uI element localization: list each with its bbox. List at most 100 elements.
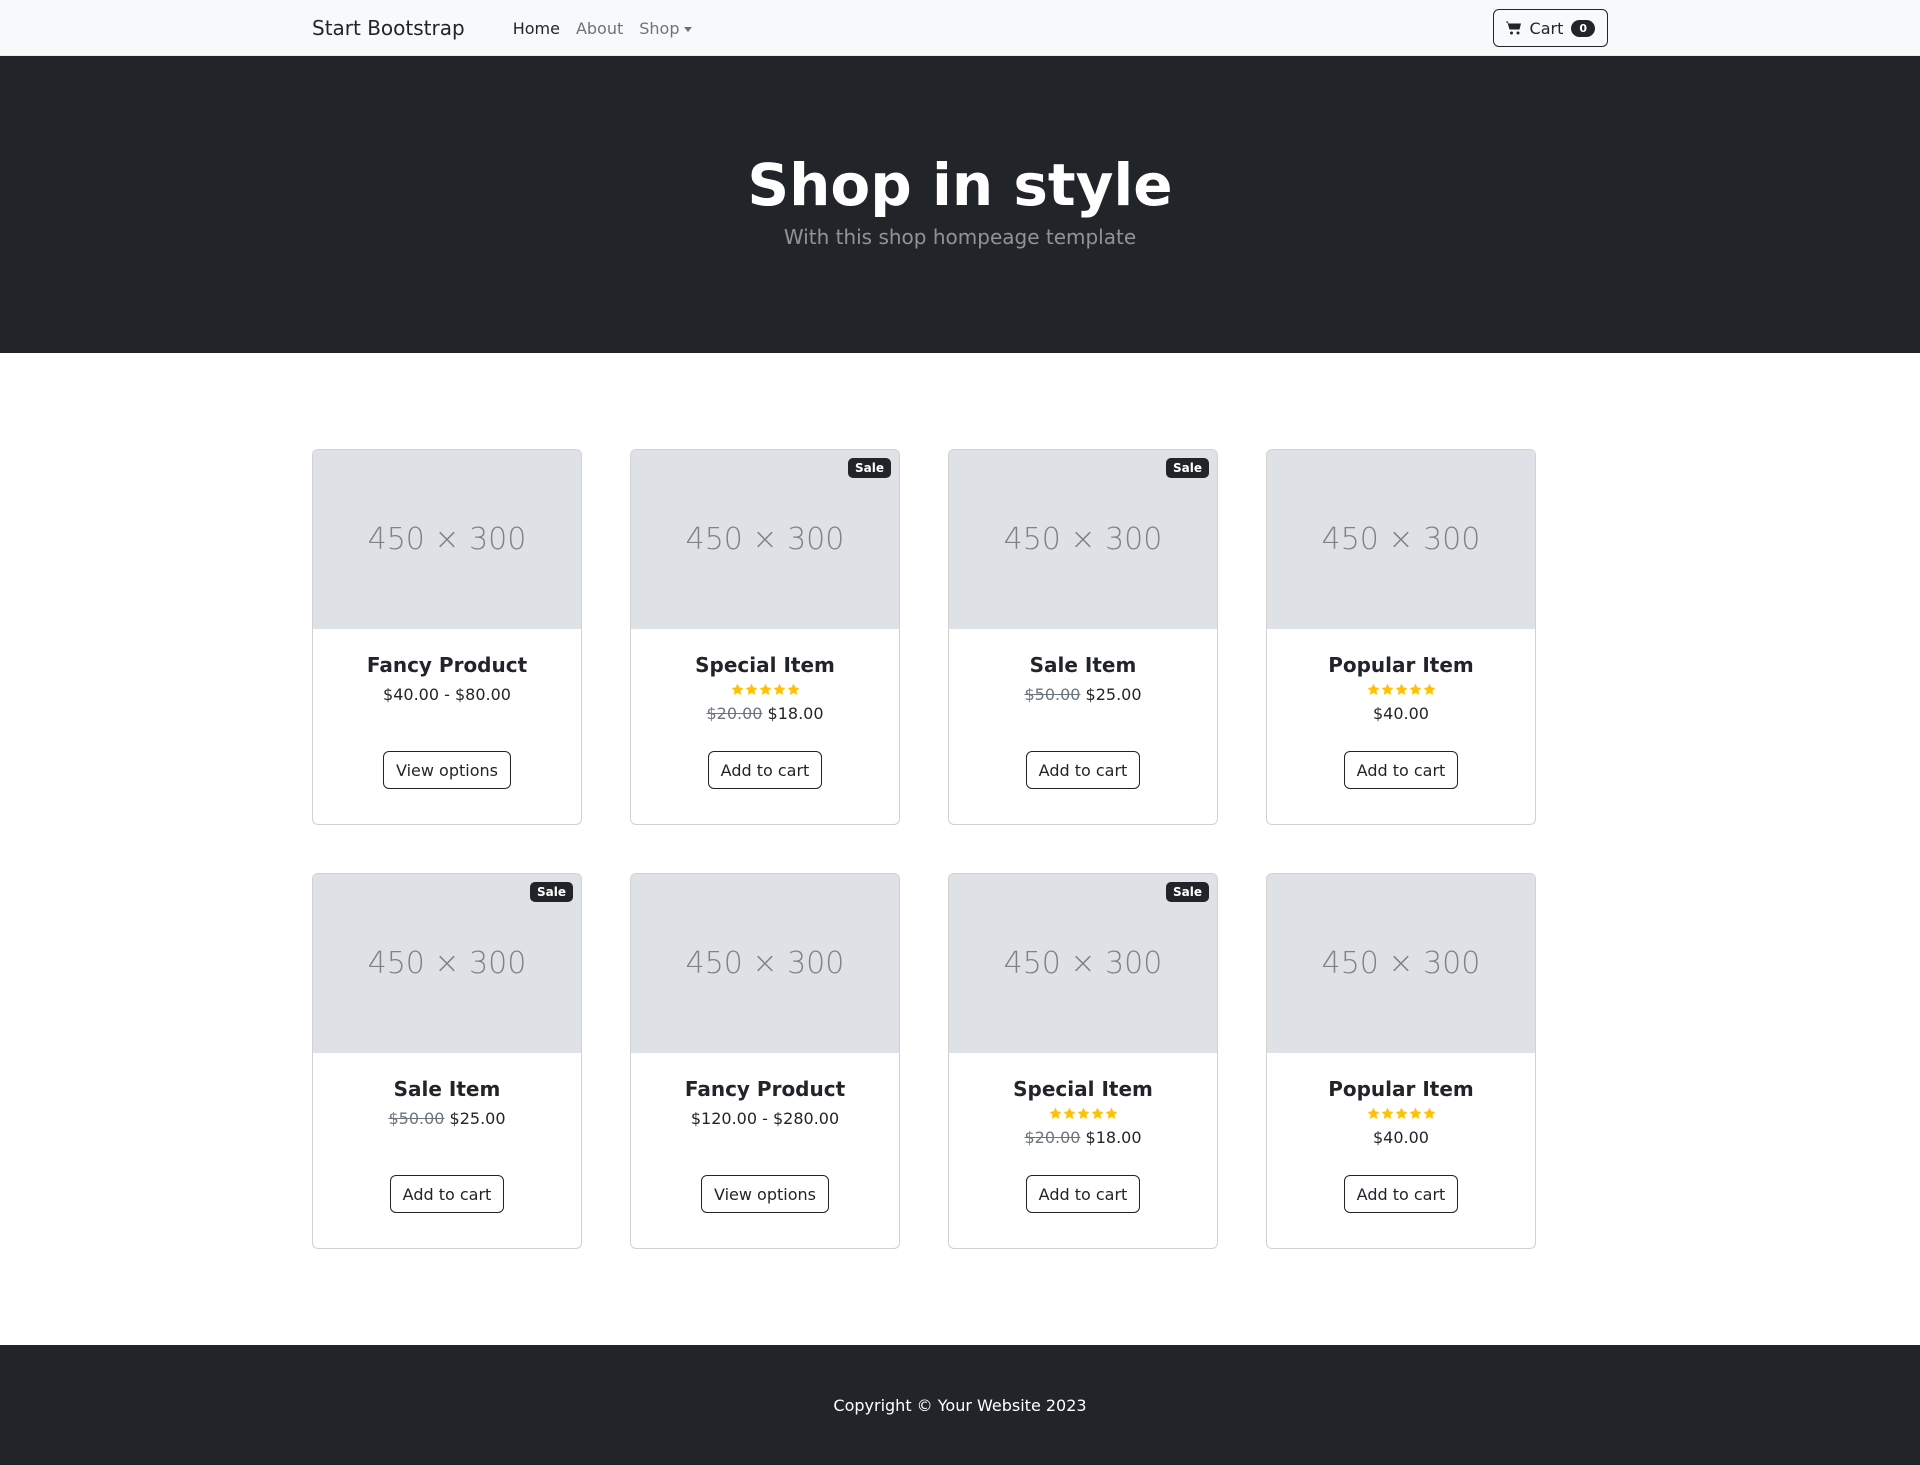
product-card-footer: View options	[631, 1175, 899, 1248]
old-price: $20.00	[1024, 1128, 1081, 1147]
navbar: Start Bootstrap Home About Shop Cart 0	[0, 0, 1920, 56]
star-icon	[1367, 1107, 1380, 1120]
product-card-body: Sale Item $50.00 $25.00	[949, 629, 1217, 751]
product-action-button[interactable]: Add to cart	[389, 1175, 505, 1213]
current-price: $40.00 - $80.00	[383, 685, 511, 704]
product-title: Sale Item	[1029, 653, 1137, 677]
product-price: $40.00	[1267, 1126, 1535, 1150]
current-price: $18.00	[767, 704, 824, 723]
product-card-footer: Add to cart	[1267, 1175, 1535, 1248]
current-price: $25.00	[1085, 685, 1142, 704]
star-icon	[745, 683, 758, 696]
product-title: Popular Item	[1328, 653, 1474, 677]
current-price: $40.00	[1373, 1128, 1429, 1147]
brand-link[interactable]: Start Bootstrap	[312, 16, 465, 40]
product-action-button[interactable]: View options	[701, 1175, 829, 1213]
product-action-button[interactable]: View options	[383, 751, 511, 789]
footer-copyright: Copyright © Your Website 2023	[833, 1395, 1087, 1415]
sale-badge: Sale	[848, 458, 891, 479]
nav-link-about[interactable]: About	[576, 19, 623, 38]
star-icon	[1049, 1107, 1062, 1120]
product-card: 450 × 300 Fancy Product $40.00 - $80.00 …	[312, 449, 582, 825]
sale-badge: Sale	[1166, 458, 1209, 479]
product-action-button[interactable]: Add to cart	[1025, 1175, 1141, 1213]
product-grid: 450 × 300 Fancy Product $40.00 - $80.00 …	[312, 449, 1608, 1249]
products-section: 450 × 300 Fancy Product $40.00 - $80.00 …	[300, 353, 1620, 1345]
product-card: 450 × 300 Sale Sale Item $50.00 $25.00 A…	[948, 449, 1218, 825]
star-icon	[1423, 683, 1436, 696]
star-icon	[1105, 1107, 1118, 1120]
cart-button[interactable]: Cart 0	[1492, 9, 1608, 47]
product-image-placeholder: 450 × 300	[1267, 450, 1535, 629]
product-action-button[interactable]: Add to cart	[1343, 1175, 1459, 1213]
product-action-button[interactable]: Add to cart	[707, 751, 823, 789]
nav-links: Home About Shop	[513, 19, 692, 38]
product-card-body: Popular Item $40.00	[1267, 629, 1535, 751]
product-action-button[interactable]: Add to cart	[1343, 751, 1459, 789]
product-card-footer: Add to cart	[631, 751, 899, 824]
sale-badge: Sale	[530, 882, 573, 903]
hero-title: Shop in style	[747, 151, 1173, 219]
navbar-container: Start Bootstrap Home About Shop Cart 0	[300, 0, 1620, 56]
star-icon	[787, 683, 800, 696]
product-card: 450 × 300 Sale Sale Item $50.00 $25.00 A…	[312, 873, 582, 1249]
product-action-button[interactable]: Add to cart	[1025, 751, 1141, 789]
product-card-body: Popular Item $40.00	[1267, 1053, 1535, 1175]
star-icon	[1381, 683, 1394, 696]
product-card: 450 × 300 Popular Item $40.00 Add to car…	[1266, 873, 1536, 1249]
current-price: $18.00	[1085, 1128, 1142, 1147]
product-price: $40.00 - $80.00	[313, 683, 581, 707]
product-card-body: Special Item $20.00 $18.00	[949, 1053, 1217, 1175]
old-price: $50.00	[1024, 685, 1081, 704]
product-title: Fancy Product	[684, 1077, 846, 1101]
star-icon	[1395, 1107, 1408, 1120]
product-title: Sale Item	[393, 1077, 501, 1101]
star-icon	[759, 683, 772, 696]
product-price: $120.00 - $280.00	[631, 1107, 899, 1131]
star-icon	[731, 683, 744, 696]
star-icon	[1395, 683, 1408, 696]
product-title: Fancy Product	[366, 653, 528, 677]
star-icon	[1077, 1107, 1090, 1120]
product-price: $40.00	[1267, 702, 1535, 726]
product-image-placeholder: 450 × 300	[1267, 874, 1535, 1053]
hero-subtitle: With this shop hompeage template	[783, 224, 1137, 249]
product-price: $20.00 $18.00	[631, 702, 899, 726]
product-card-body: Sale Item $50.00 $25.00	[313, 1053, 581, 1175]
product-card: 450 × 300 Sale Special Item $20.00 $18.0…	[630, 449, 900, 825]
rating-stars	[1267, 1107, 1535, 1120]
product-price: $50.00 $25.00	[949, 683, 1217, 707]
product-card-body: Special Item $20.00 $18.00	[631, 629, 899, 751]
old-price: $20.00	[706, 704, 763, 723]
product-card-footer: Add to cart	[1267, 751, 1535, 824]
star-icon	[1409, 683, 1422, 696]
current-price: $40.00	[1373, 704, 1429, 723]
current-price: $120.00 - $280.00	[690, 1109, 840, 1128]
product-card-footer: View options	[313, 751, 581, 824]
star-icon	[1423, 1107, 1436, 1120]
caret-down-icon	[683, 26, 692, 32]
rating-stars	[631, 683, 899, 696]
star-icon	[1409, 1107, 1422, 1120]
product-price: $50.00 $25.00	[313, 1107, 581, 1131]
product-image-placeholder: 450 × 300	[631, 874, 899, 1053]
product-card-body: Fancy Product $120.00 - $280.00	[631, 1053, 899, 1175]
cart-icon	[1505, 20, 1522, 36]
nav-link-home[interactable]: Home	[513, 19, 560, 38]
nav-link-shop-dropdown[interactable]: Shop	[639, 19, 692, 38]
cart-label: Cart	[1529, 18, 1564, 38]
product-title: Popular Item	[1328, 1077, 1474, 1101]
product-image-placeholder: 450 × 300	[313, 450, 581, 629]
product-card-body: Fancy Product $40.00 - $80.00	[313, 629, 581, 751]
product-title: Special Item	[695, 653, 835, 677]
current-price: $25.00	[449, 1109, 506, 1128]
product-card-footer: Add to cart	[313, 1175, 581, 1248]
sale-badge: Sale	[1166, 882, 1209, 903]
rating-stars	[949, 1107, 1217, 1120]
star-icon	[1063, 1107, 1076, 1120]
star-icon	[1091, 1107, 1104, 1120]
cart-count-badge: 0	[1571, 19, 1595, 37]
hero-header: Shop in style With this shop hompeage te…	[0, 56, 1920, 353]
product-title: Special Item	[1013, 1077, 1153, 1101]
star-icon	[1367, 683, 1380, 696]
